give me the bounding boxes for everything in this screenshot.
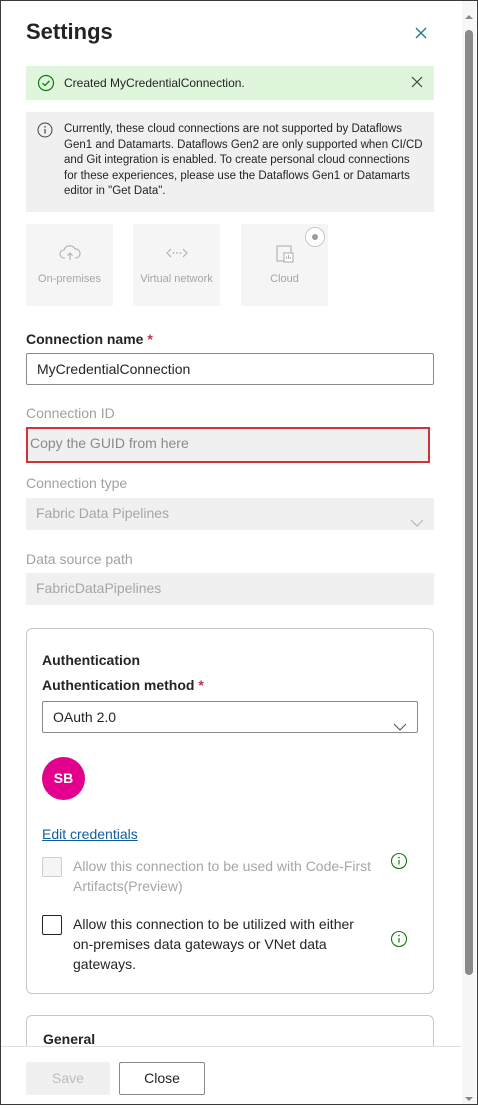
edit-credentials-link[interactable]: Edit credentials — [42, 826, 138, 842]
connection-id-label: Connection ID — [26, 405, 115, 421]
data-source-path-field: FabricDataPipelines — [26, 573, 434, 605]
code-first-checkbox — [42, 857, 62, 877]
info-icon[interactable] — [390, 930, 408, 953]
code-first-checkbox-label: Allow this connection to be used with Co… — [73, 858, 372, 894]
scrollbar-thumb[interactable] — [465, 30, 473, 975]
authentication-method-select[interactable]: OAuth 2.0 — [42, 701, 418, 733]
close-icon[interactable] — [410, 22, 432, 44]
data-source-path-label: Data source path — [26, 551, 133, 567]
connection-id-field[interactable]: Copy the GUID from here — [26, 427, 430, 463]
info-message: Currently, these cloud connections are n… — [64, 123, 423, 197]
scroll-down-arrow-icon[interactable] — [463, 1090, 475, 1108]
gateways-checkbox-label: Allow this connection to be utilized wit… — [73, 916, 354, 972]
connection-type-select: Fabric Data Pipelines — [26, 498, 434, 530]
check-circle-icon — [37, 74, 55, 97]
panel-title: Settings — [26, 19, 113, 44]
connection-name-label: Connection name * — [26, 331, 153, 347]
authentication-heading: Authentication — [42, 652, 140, 668]
cloud-upload-icon — [26, 244, 113, 265]
dismiss-icon[interactable] — [410, 75, 424, 94]
connection-name-input[interactable]: MyCredentialConnection — [26, 353, 434, 385]
tile-cloud[interactable]: Cloud — [241, 224, 328, 306]
scroll-up-arrow-icon[interactable] — [463, 8, 475, 26]
authentication-method-label: Authentication method * — [42, 677, 204, 693]
success-message: Created MyCredentialConnection. — [64, 76, 245, 90]
connection-type-label: Connection type — [26, 475, 128, 491]
gateways-checkbox[interactable] — [42, 915, 62, 935]
chevron-down-icon — [410, 508, 424, 538]
chevron-down-icon — [393, 712, 407, 742]
virtual-network-icon — [133, 244, 220, 265]
close-button[interactable]: Close — [119, 1062, 205, 1095]
tile-on-premises[interactable]: On-premises — [26, 224, 113, 306]
info-icon — [37, 122, 53, 143]
info-banner: Currently, these cloud connections are n… — [26, 112, 434, 212]
avatar: SB — [42, 757, 85, 800]
general-heading: General — [43, 1031, 96, 1047]
tile-label: Cloud — [270, 273, 299, 285]
tile-virtual-network[interactable]: Virtual network — [133, 224, 220, 306]
info-icon[interactable] — [390, 852, 408, 875]
tile-label: On-premises — [38, 273, 101, 285]
save-button[interactable]: Save — [26, 1062, 110, 1095]
cloud-grid-icon — [241, 244, 328, 267]
tile-label: Virtual network — [140, 273, 213, 285]
success-banner: Created MyCredentialConnection. — [26, 66, 434, 100]
